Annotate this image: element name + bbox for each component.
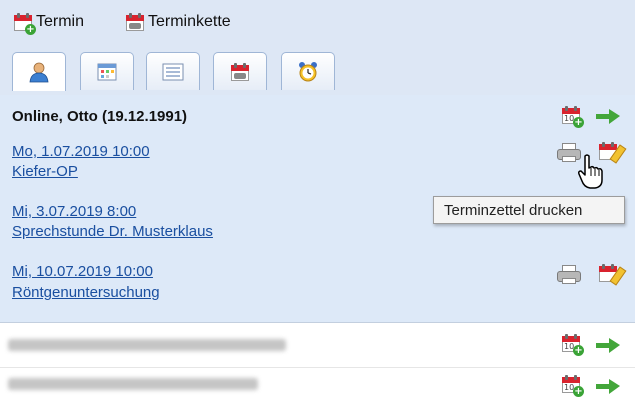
calendar-add-icon[interactable]: 10 + bbox=[561, 333, 584, 356]
appointment-title-link[interactable]: Kiefer-OP bbox=[12, 163, 78, 180]
appointment-date-link[interactable]: Mo, 1.07.2019 10:00 bbox=[12, 143, 150, 160]
phone-calendar-icon bbox=[230, 62, 250, 82]
blurred-text bbox=[8, 339, 286, 351]
calendar-add-icon[interactable]: 10 + bbox=[561, 374, 584, 397]
tab-phone-calendar[interactable] bbox=[213, 52, 267, 90]
appointment-date-link[interactable]: Mi, 3.07.2019 8:00 bbox=[12, 203, 136, 220]
alarm-clock-icon bbox=[299, 61, 317, 81]
appointment-chain-button[interactable]: Terminkette bbox=[125, 10, 231, 34]
tab-alarm[interactable] bbox=[281, 52, 335, 90]
arrow-right-icon[interactable] bbox=[596, 109, 620, 124]
calendar-chain-icon bbox=[125, 12, 145, 32]
print-slip-tooltip: Terminzettel drucken bbox=[433, 196, 625, 224]
list-icon bbox=[162, 63, 184, 80]
patient-name: Online, Otto (19.12.1991) bbox=[12, 108, 188, 125]
calendar-grid-icon bbox=[97, 63, 117, 80]
appointment-title-link[interactable]: Röntgenuntersuchung bbox=[12, 284, 160, 301]
tab-calendar-grid[interactable] bbox=[80, 52, 134, 90]
blurred-text bbox=[8, 378, 258, 390]
tab-list[interactable] bbox=[146, 52, 200, 90]
tab-person[interactable] bbox=[12, 52, 66, 91]
calendar-edit-icon[interactable] bbox=[598, 263, 627, 286]
arrow-right-icon[interactable] bbox=[596, 379, 620, 394]
new-appointment-button[interactable]: + Termin bbox=[13, 10, 85, 35]
calendar-add-icon[interactable]: 10 + bbox=[561, 105, 584, 128]
hand-cursor-icon bbox=[578, 154, 603, 189]
appointment-date-link[interactable]: Mi, 10.07.2019 10:00 bbox=[12, 263, 153, 280]
new-appointment-label: Termin bbox=[36, 13, 85, 30]
patient-row-blurred[interactable]: 10 + bbox=[0, 367, 635, 412]
tab-bar bbox=[0, 44, 635, 96]
patient-row-blurred[interactable]: 10 + bbox=[0, 323, 635, 367]
printer-icon[interactable] bbox=[557, 265, 581, 285]
appointment-chain-label: Terminkette bbox=[148, 13, 231, 30]
arrow-right-icon[interactable] bbox=[596, 338, 620, 353]
calendar-add-icon: + bbox=[13, 12, 36, 35]
toolbar: + Termin Terminkette bbox=[0, 0, 635, 45]
appointment-title-link[interactable]: Sprechstunde Dr. Musterklaus bbox=[12, 223, 213, 240]
person-icon bbox=[29, 62, 49, 83]
appointment-panel: + Termin Terminkette Online, Otto (19.12… bbox=[0, 0, 635, 412]
